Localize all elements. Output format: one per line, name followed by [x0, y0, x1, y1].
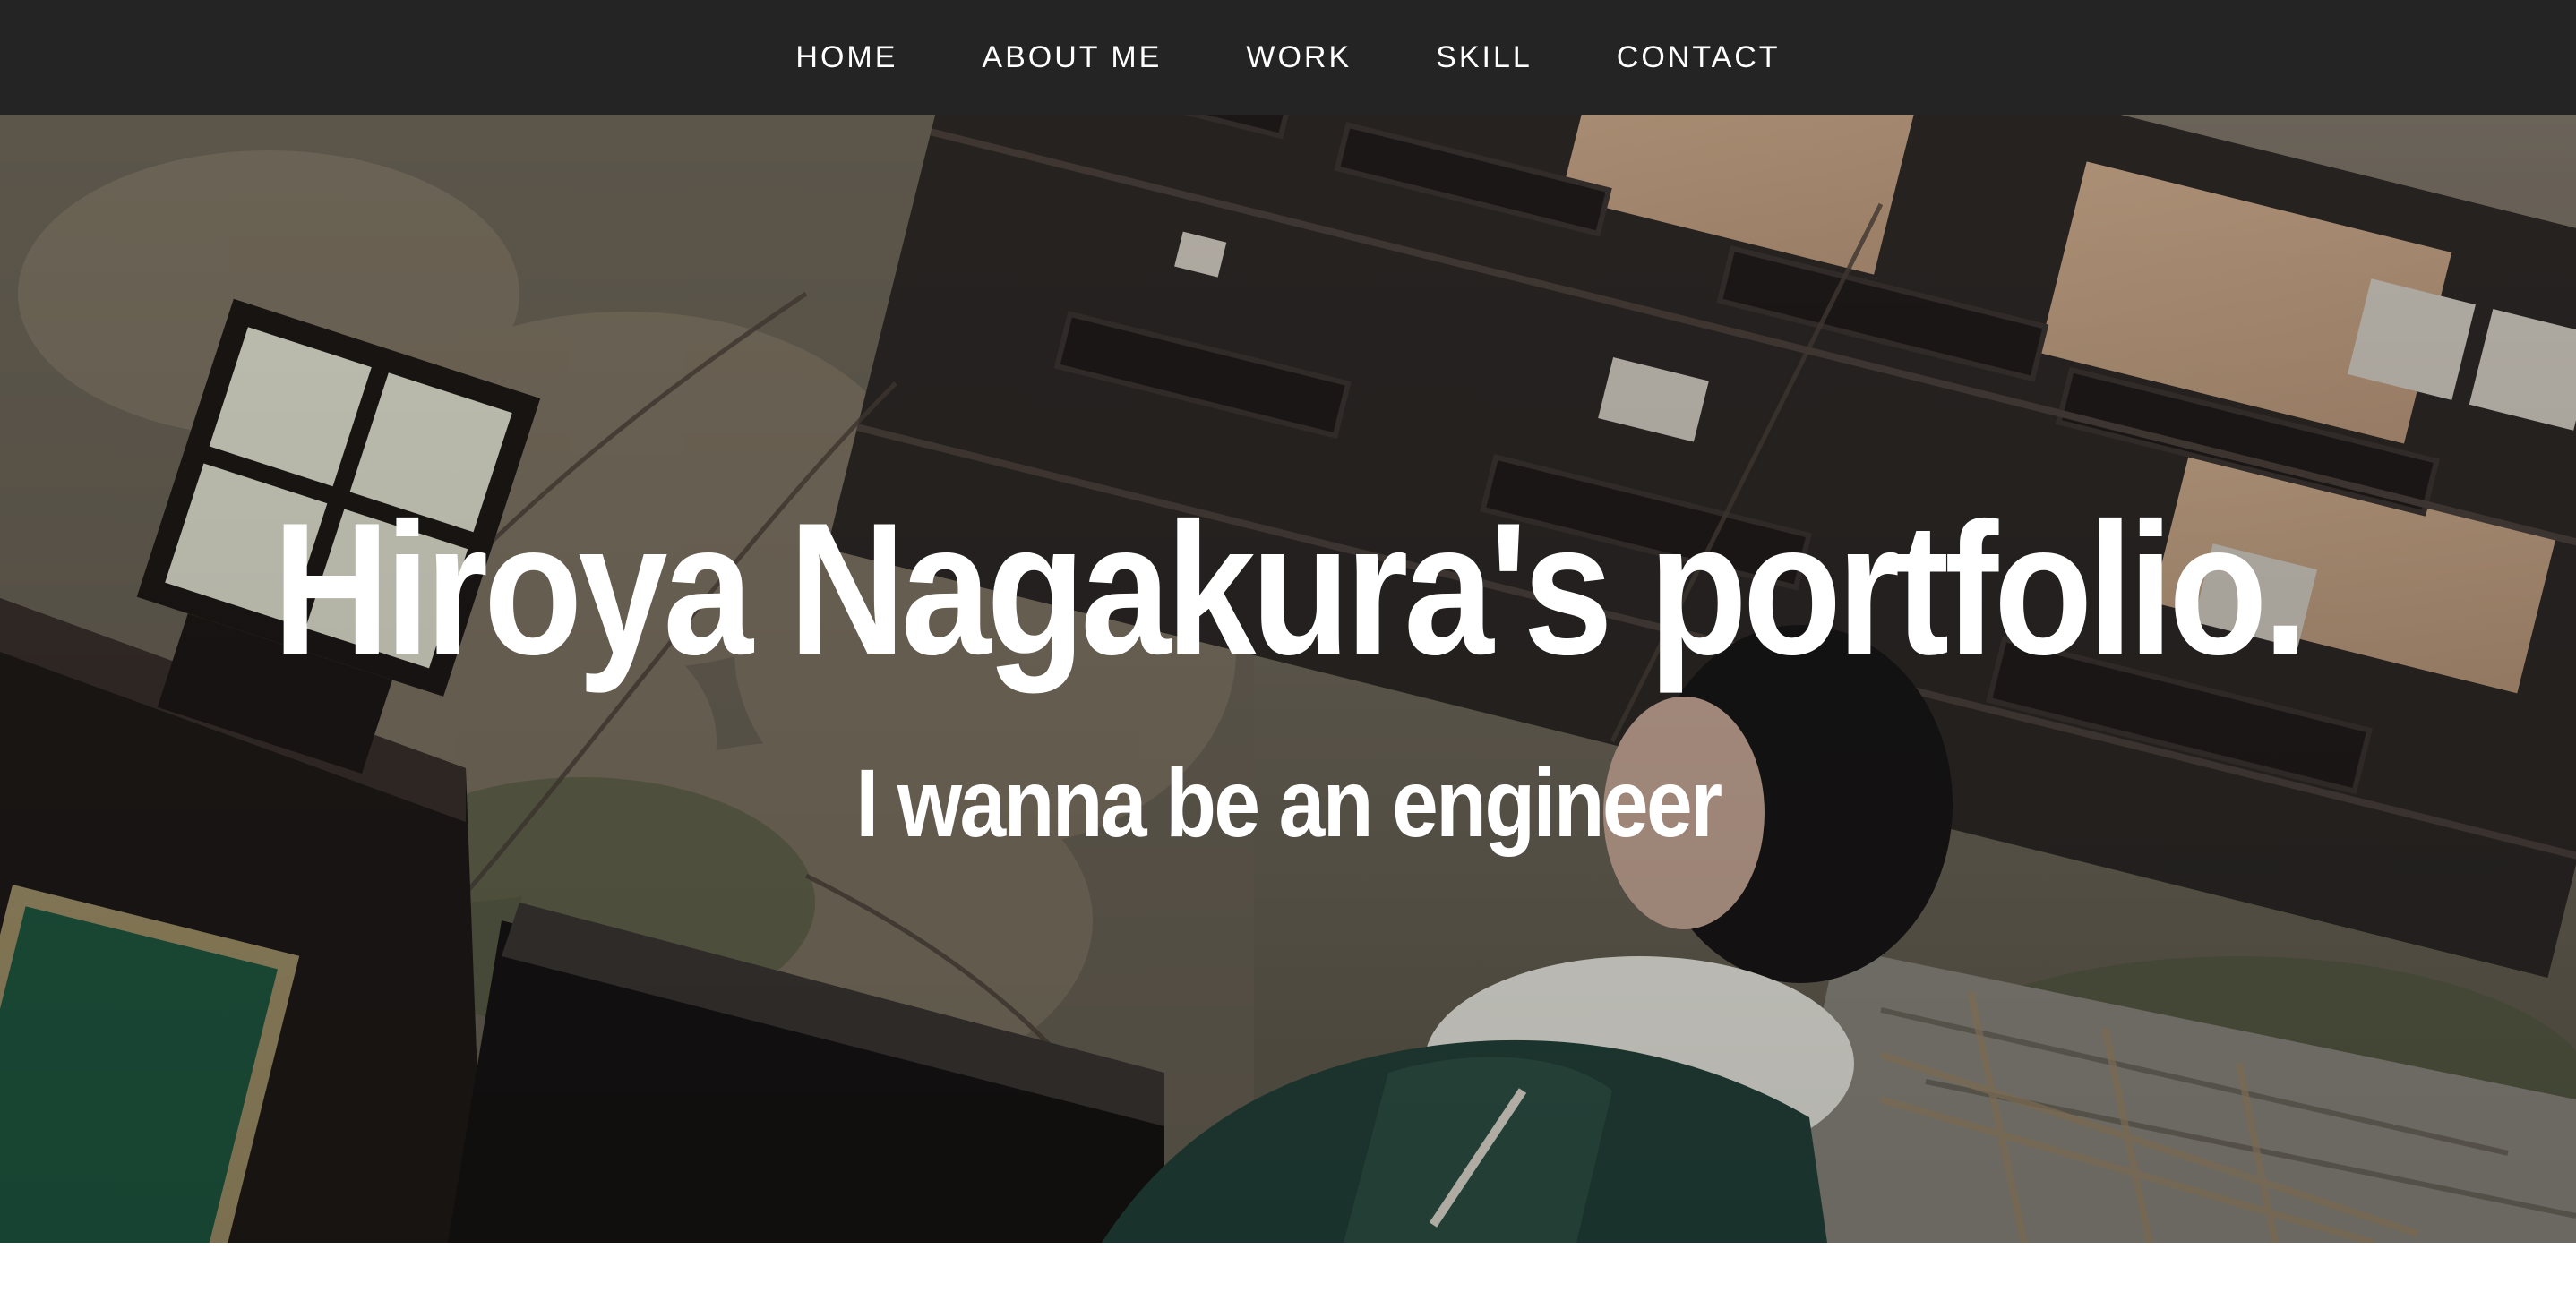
page-content-start	[0, 1243, 2576, 1309]
nav-contact-link[interactable]: CONTACT	[1575, 40, 1823, 75]
hero-section: Hiroya Nagakura's portfolio. I wanna be …	[0, 115, 2576, 1243]
top-navbar: HOME ABOUT ME WORK SKILL CONTACT	[0, 0, 2576, 115]
nav-about-me-link[interactable]: ABOUT ME	[940, 40, 1204, 75]
nav-skill-link[interactable]: SKILL	[1394, 40, 1575, 75]
nav-work-link[interactable]: WORK	[1204, 40, 1394, 75]
hero-title: Hiroya Nagakura's portfolio.	[272, 483, 2308, 694]
main-nav: HOME ABOUT ME WORK SKILL CONTACT	[753, 40, 1822, 75]
hero-subtitle: I wanna be an engineer	[855, 749, 1722, 857]
nav-home-link[interactable]: HOME	[753, 40, 940, 75]
